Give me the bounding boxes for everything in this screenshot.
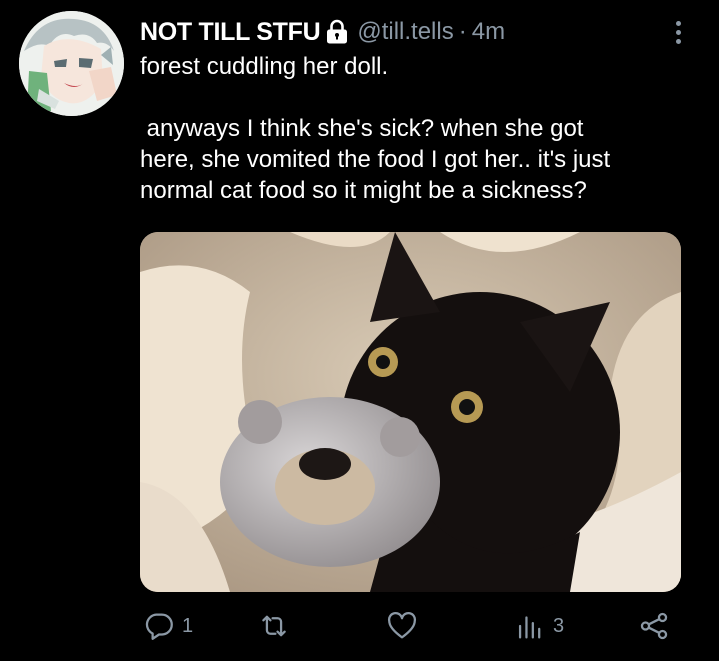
timestamp[interactable]: 4m	[472, 18, 505, 46]
tweet-photo[interactable]	[140, 232, 681, 592]
views-button[interactable]: 3	[513, 604, 564, 648]
tweet-line: forest cuddling her doll.	[140, 53, 389, 80]
cat-photo-illustration	[140, 232, 681, 592]
tweet-actions: 1 3	[140, 604, 700, 648]
more-icon[interactable]	[665, 16, 691, 48]
views-icon	[518, 616, 541, 639]
display-name[interactable]: NOT TILL STFU	[140, 18, 321, 47]
like-icon	[387, 611, 417, 639]
user-handle[interactable]: @till.tells	[357, 18, 453, 46]
tweet-line: here, she vomited the food I got her.. i…	[140, 146, 611, 173]
reply-count: 1	[182, 614, 194, 637]
reply-icon	[145, 613, 173, 640]
share-icon	[640, 612, 668, 640]
separator-dot: ·	[458, 18, 467, 45]
avatar-illustration	[19, 11, 124, 116]
tweet-text: forest cuddling her doll. anyways I thin…	[140, 51, 700, 206]
lock-icon	[325, 19, 349, 45]
tweet-header: NOT TILL STFU @till.tells · 4m	[140, 14, 659, 50]
share-button[interactable]	[637, 604, 671, 648]
retweet-button[interactable]	[257, 604, 291, 648]
retweet-icon	[262, 615, 286, 637]
like-button[interactable]	[385, 604, 419, 648]
views-count: 3	[553, 614, 565, 637]
author-avatar[interactable]	[19, 11, 124, 116]
tweet-line: normal cat food so it might be a sicknes…	[140, 177, 587, 204]
reply-button[interactable]: 1	[142, 604, 193, 648]
tweet-line: anyways I think she's sick? when she got	[140, 115, 584, 142]
